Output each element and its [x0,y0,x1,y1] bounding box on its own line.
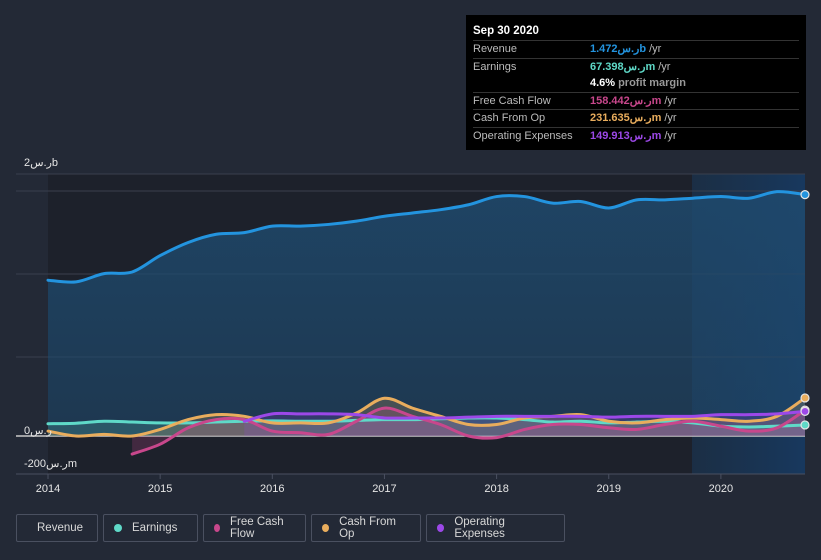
tooltip-row-cash-from-op: Cash From Op 231.635ر.سm /yr [473,110,799,128]
tooltip-label: Free Cash Flow [473,94,551,107]
tooltip-label: Cash From Op [473,112,546,124]
tooltip-row-free-cash-flow: Free Cash Flow 158.442ر.سm /yr [473,93,799,110]
cash-from-op-dot-icon [322,524,330,532]
operating-expenses-endpoint-marker[interactable] [800,406,810,416]
x-tick-label: 2015 [148,483,172,495]
operating-expenses-dot-icon [437,524,445,532]
legend-item-earnings[interactable]: Earnings [103,514,198,542]
tooltip-value: 67.398ر.سm [590,60,656,73]
tooltip-label [473,75,590,92]
tooltip-value: 231.635ر.سm [590,112,662,124]
x-tick-label: 2020 [709,483,733,495]
tooltip-value: 158.442ر.سm [590,94,662,107]
tooltip-row-revenue: Revenue 1.472ر.سb /yr [473,41,799,59]
y-tick-label-top: 2ر.سb [24,157,58,169]
free-cash-flow-dot-icon [214,524,221,532]
tooltip-value: 1.472ر.سb [590,43,647,55]
legend-label: Free Cash Flow [230,516,284,540]
tooltip-value: 149.913ر.سm [590,129,662,142]
revenue-endpoint-marker[interactable] [800,189,810,200]
tooltip-label: Revenue [473,43,518,55]
x-tick-label: 2017 [372,483,396,495]
legend-item-revenue[interactable]: Revenue [16,514,98,542]
tooltip-row-operating-expenses: Operating Expenses 149.913ر.سm /yr [473,128,799,145]
x-tick-label: 2019 [596,483,620,495]
tooltip-panel: Sep 30 2020 Revenue 1.472ر.سb /yr Earnin… [466,15,806,150]
tooltip-unit: /yr [664,129,677,142]
cash-from-op-endpoint-marker[interactable] [800,393,810,403]
tooltip-label: Operating Expenses [473,129,573,142]
legend-label: Operating Expenses [454,516,505,540]
tooltip-unit: /yr [658,60,671,73]
tooltip-date: Sep 30 2020 [473,23,799,41]
y-tick-label-zero: 0ر.س [24,425,52,437]
tooltip-unit: /yr [649,43,662,55]
tooltip-row-earnings: Earnings 67.398ر.سm /yr [473,59,799,76]
tooltip-unit: /yr [664,112,677,124]
tooltip-row-profit-margin: 4.6% profit margin [473,75,799,93]
chart-legend: Revenue Earnings Free Cash Flow Cash Fro… [16,514,565,542]
x-tick-label: 2014 [36,483,60,495]
x-tick-label: 2018 [484,483,508,495]
tooltip-unit: /yr [664,94,677,107]
tooltip-value: 4.6% [590,77,616,89]
x-tick-label: 2016 [260,483,284,495]
tooltip-unit: profit margin [618,77,686,89]
y-tick-label-bottom: -200ر.سm [24,458,77,470]
legend-item-cash-from-op[interactable]: Cash From Op [311,514,421,542]
legend-label: Earnings [132,522,178,534]
legend-label: Revenue [37,522,84,534]
legend-label: Cash From Op [339,516,396,540]
earnings-dot-icon [114,524,122,532]
legend-item-operating-expenses[interactable]: Operating Expenses [426,514,565,542]
earnings-endpoint-marker[interactable] [800,420,810,430]
tooltip-label: Earnings [473,60,517,73]
legend-item-free-cash-flow[interactable]: Free Cash Flow [203,514,306,542]
